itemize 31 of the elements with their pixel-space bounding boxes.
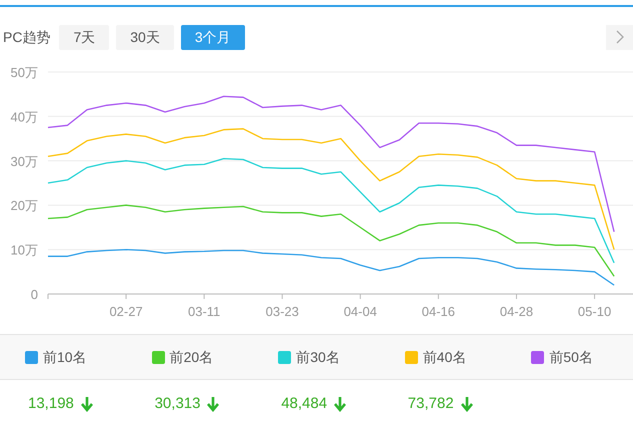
down-arrow-icon — [460, 396, 473, 412]
y-axis-label: 50万 — [10, 65, 38, 80]
y-axis-label: 40万 — [10, 109, 38, 124]
down-arrow-icon — [334, 396, 346, 412]
chevron-right-icon — [616, 30, 624, 44]
count-value: 30,313 — [154, 394, 200, 414]
count-value: 73,782 — [408, 394, 454, 414]
down-arrow-icon — [207, 396, 220, 412]
section-title: PC趋势 — [3, 28, 50, 46]
range-tab[interactable]: 30天 — [116, 24, 174, 50]
x-axis-label: 04-04 — [344, 304, 377, 319]
count-value: 13,198 — [28, 394, 74, 414]
legend-label: 前30名 — [296, 348, 340, 366]
count-value: 48,484 — [281, 394, 328, 414]
x-axis-label: 04-16 — [422, 304, 456, 319]
legend-label: 前10名 — [43, 348, 87, 366]
range-tab[interactable]: 7天 — [59, 24, 110, 50]
x-axis-label: 03-23 — [266, 304, 299, 319]
next-button[interactable] — [606, 24, 633, 50]
legend-label: 前20名 — [170, 348, 214, 366]
x-axis-label: 05-10 — [578, 304, 612, 319]
down-arrow-icon — [80, 396, 93, 412]
legend-label: 前40名 — [422, 348, 466, 366]
y-axis-label: 30万 — [10, 154, 38, 169]
y-axis-label: 0 — [30, 287, 38, 302]
x-axis-label: 03-11 — [188, 304, 220, 319]
y-axis-label: 20万 — [10, 198, 38, 214]
x-axis-label: 04-28 — [500, 304, 534, 319]
x-axis-label: 02-27 — [109, 304, 143, 319]
y-axis-label: 10万 — [10, 242, 38, 258]
legend-label: 前50名 — [549, 348, 593, 366]
